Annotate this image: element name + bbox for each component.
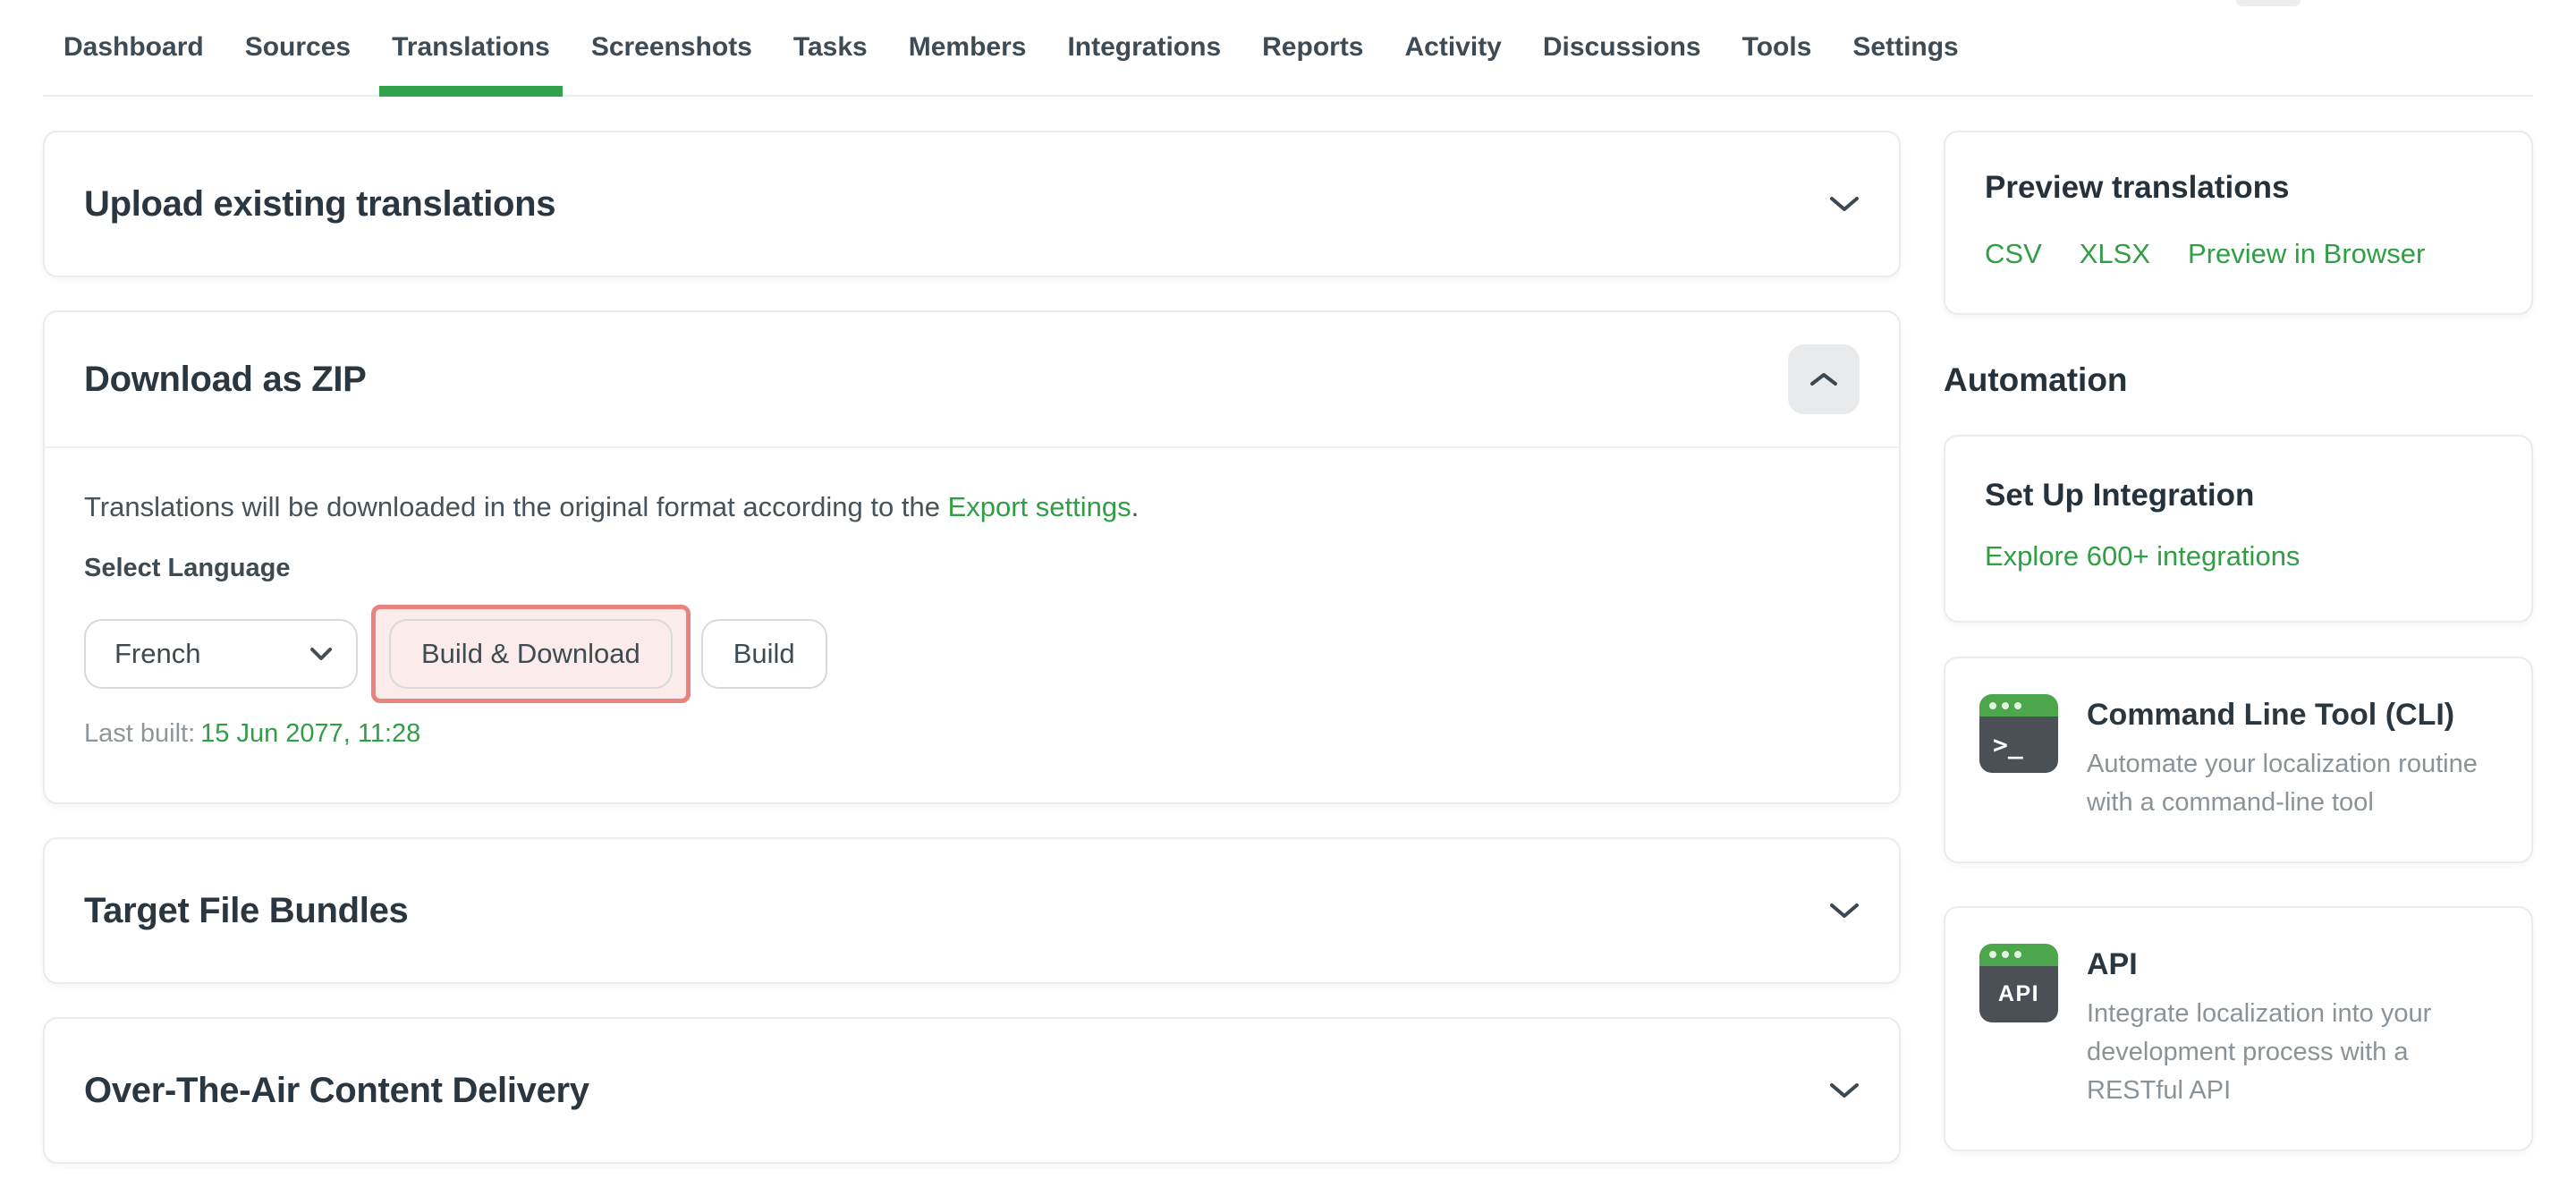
automation-heading: Automation <box>1944 361 2533 399</box>
chevron-down-icon <box>1829 195 1860 213</box>
panel-ota-content-delivery: Over-The-Air Content Delivery <box>43 1017 1901 1164</box>
explore-integrations-link[interactable]: Explore 600+ integrations <box>1985 540 2300 573</box>
nav-item-integrations[interactable]: Integrations <box>1067 0 1221 95</box>
xlsx-link[interactable]: XLSX <box>2080 238 2150 270</box>
terminal-prompt-glyph: >_ <box>1979 717 2058 773</box>
chevron-down-icon <box>1829 1081 1860 1099</box>
select-language-label: Select Language <box>84 554 1860 583</box>
nav-item-tasks[interactable]: Tasks <box>793 0 868 95</box>
preview-translations-title: Preview translations <box>1985 170 2492 206</box>
page-content: Upload existing translations Download as… <box>0 97 2576 1179</box>
panel-title-bundles: Target File Bundles <box>84 891 409 931</box>
description-period: . <box>1131 491 1140 522</box>
chevron-up-icon <box>1809 371 1838 387</box>
export-settings-link[interactable]: Export settings <box>948 491 1131 522</box>
language-select-value: French <box>114 638 200 670</box>
set-up-integration-title: Set Up Integration <box>1985 478 2492 513</box>
last-built-label: Last built: <box>84 719 195 748</box>
panel-header-download[interactable]: Download as ZIP <box>45 312 1899 448</box>
cli-card-title: Command Line Tool (CLI) <box>2087 698 2497 733</box>
api-card-title: API <box>2087 947 2497 982</box>
preview-links-row: CSV XLSX Preview in Browser <box>1985 238 2492 270</box>
language-select[interactable]: French <box>84 619 358 689</box>
api-card-text: API Integrate localization into your dev… <box>2087 944 2497 1110</box>
nav-item-members[interactable]: Members <box>909 0 1027 95</box>
select-chevron-down-icon <box>309 647 333 661</box>
api-card[interactable]: API API Integrate localization into your… <box>1944 906 2533 1151</box>
api-card-description: Integrate localization into your develop… <box>2087 995 2497 1110</box>
collapse-button[interactable] <box>1788 344 1860 414</box>
right-sidebar: Preview translations CSV XLSX Preview in… <box>1944 131 2533 1151</box>
csv-link[interactable]: CSV <box>1985 238 2042 270</box>
nav-item-screenshots[interactable]: Screenshots <box>591 0 752 95</box>
build-button[interactable]: Build <box>701 619 827 689</box>
build-and-download-button[interactable]: Build & Download <box>389 619 673 689</box>
last-built-status: Last built:15 Jun 2077, 11:28 <box>84 719 1860 749</box>
api-icon-label: API <box>1979 966 2058 1022</box>
panel-download-as-zip: Download as ZIP Translations will be dow… <box>43 310 1901 804</box>
panel-title-upload: Upload existing translations <box>84 184 555 225</box>
panel-title-download: Download as ZIP <box>84 360 367 400</box>
nav-item-dashboard[interactable]: Dashboard <box>64 0 204 95</box>
description-text: Translations will be downloaded in the o… <box>84 491 948 522</box>
project-nav: Dashboard Sources Translations Screensho… <box>43 0 2533 97</box>
preview-in-browser-link[interactable]: Preview in Browser <box>2188 238 2425 270</box>
set-up-integration-card: Set Up Integration Explore 600+ integrat… <box>1944 435 2533 623</box>
api-icon-titlebar <box>1979 944 2058 966</box>
chevron-down-icon <box>1829 902 1860 920</box>
cropped-top-fragment <box>2236 0 2301 6</box>
panel-title-ota: Over-The-Air Content Delivery <box>84 1071 589 1111</box>
terminal-titlebar <box>1979 694 2058 717</box>
api-icon: API <box>1979 944 2058 1022</box>
build-controls-row: French Build & Download Build <box>84 605 1860 703</box>
terminal-icon: >_ <box>1979 694 2058 773</box>
nav-item-activity[interactable]: Activity <box>1405 0 1502 95</box>
main-column: Upload existing translations Download as… <box>43 131 1901 1179</box>
preview-translations-card: Preview translations CSV XLSX Preview in… <box>1944 131 2533 315</box>
nav-item-discussions[interactable]: Discussions <box>1543 0 1701 95</box>
nav-item-tools[interactable]: Tools <box>1742 0 1812 95</box>
cli-card-text: Command Line Tool (CLI) Automate your lo… <box>2087 694 2497 822</box>
download-panel-body: Translations will be downloaded in the o… <box>45 448 1899 802</box>
nav-item-translations[interactable]: Translations <box>392 0 550 95</box>
annotation-highlight: Build & Download <box>371 605 691 703</box>
panel-target-file-bundles: Target File Bundles <box>43 837 1901 984</box>
nav-item-sources[interactable]: Sources <box>245 0 351 95</box>
last-built-value: 15 Jun 2077, 11:28 <box>200 719 420 748</box>
download-description: Translations will be downloaded in the o… <box>84 491 1860 523</box>
nav-item-settings[interactable]: Settings <box>1852 0 1958 95</box>
panel-header-bundles[interactable]: Target File Bundles <box>45 839 1899 982</box>
panel-header-upload[interactable]: Upload existing translations <box>45 132 1899 276</box>
cli-card[interactable]: >_ Command Line Tool (CLI) Automate your… <box>1944 657 2533 863</box>
cli-card-description: Automate your localization routine with … <box>2087 745 2497 822</box>
panel-upload-existing-translations: Upload existing translations <box>43 131 1901 277</box>
nav-item-reports[interactable]: Reports <box>1262 0 1363 95</box>
panel-header-ota[interactable]: Over-The-Air Content Delivery <box>45 1019 1899 1162</box>
